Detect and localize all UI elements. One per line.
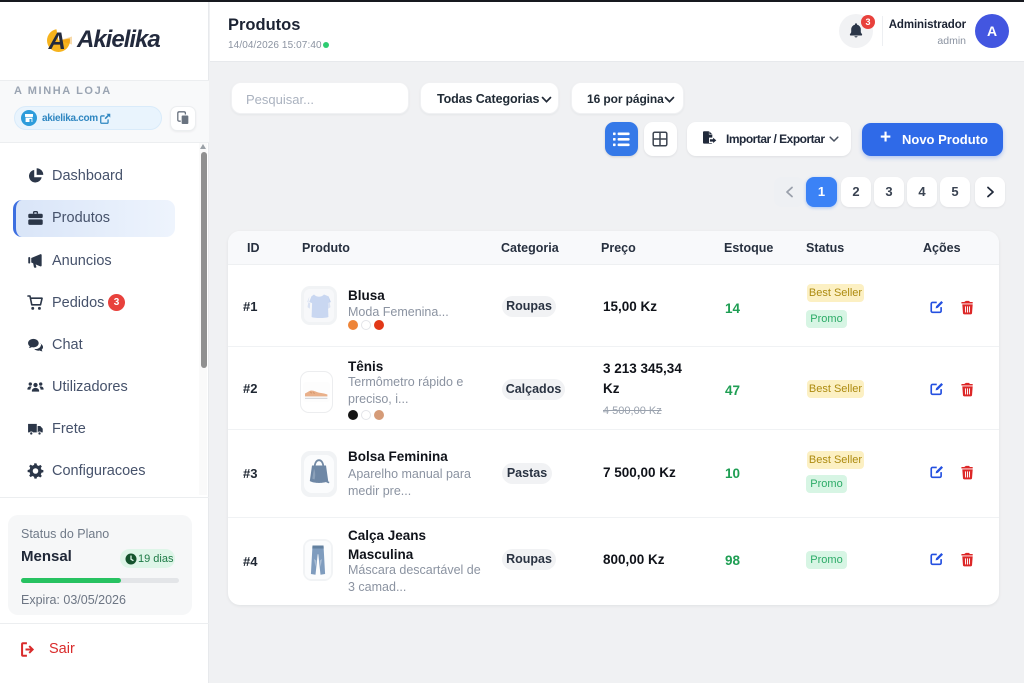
svg-text:A: A [48,28,66,53]
